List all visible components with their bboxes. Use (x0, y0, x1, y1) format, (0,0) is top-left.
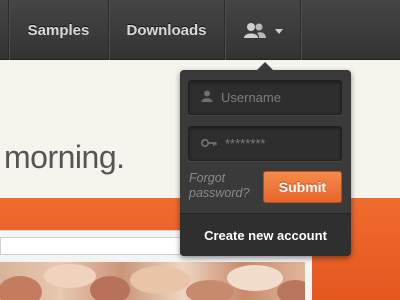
username-field[interactable] (188, 80, 342, 115)
account-menu-toggle[interactable] (224, 0, 300, 60)
password-field[interactable] (188, 126, 342, 161)
nav-empty-segment (300, 0, 400, 60)
hands-photo (0, 262, 305, 300)
hero-heading: morning. (4, 139, 125, 175)
key-icon (200, 135, 217, 153)
users-icon (243, 22, 267, 38)
dropdown-pointer (257, 62, 273, 70)
chevron-down-icon (274, 28, 283, 34)
submit-button[interactable]: Submit (263, 171, 342, 203)
forgot-password-link[interactable]: Forgot password? (189, 171, 261, 201)
username-input[interactable] (221, 90, 331, 105)
create-account-label: Create new account (204, 227, 327, 243)
top-navbar: Samples Downloads (0, 0, 400, 60)
create-account-link[interactable]: Create new account (180, 213, 351, 256)
login-dropdown: Forgot password? Submit Create new accou… (180, 70, 351, 256)
nav-samples-label: Samples (27, 21, 90, 39)
nav-downloads-link[interactable]: Downloads (108, 0, 224, 60)
nav-samples-link[interactable]: Samples (8, 0, 108, 60)
submit-button-label: Submit (278, 179, 327, 195)
password-input[interactable] (225, 136, 335, 151)
nav-downloads-label: Downloads (126, 21, 207, 39)
user-icon (201, 89, 213, 107)
